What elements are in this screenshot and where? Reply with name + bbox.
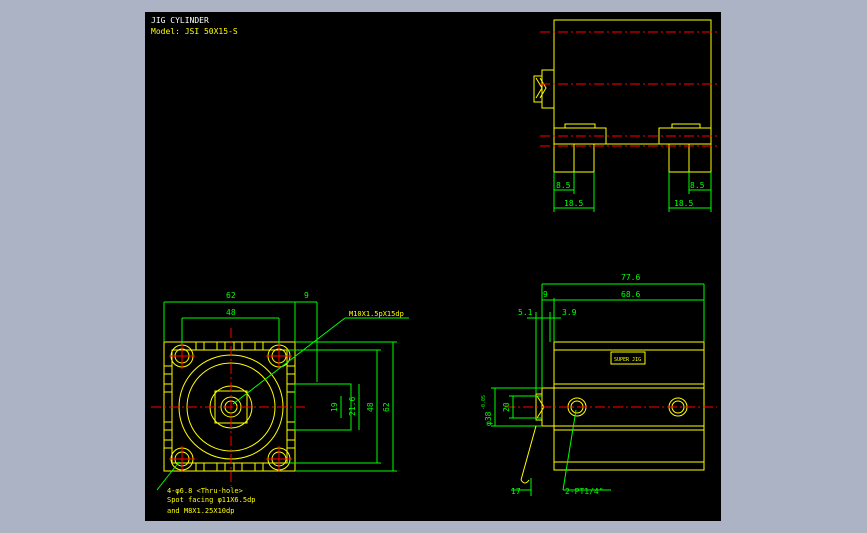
- dim-3-9: 3.9: [562, 308, 577, 317]
- dim-21-6: 21.6: [348, 397, 357, 416]
- drawing-canvas: JIG CYLINDER Model: JSI 50X15-S 8.5 18.5…: [151, 16, 717, 515]
- dim-5-1: 5.1: [518, 308, 533, 317]
- callout-thread: M10X1.5pX15dp: [349, 310, 404, 318]
- dim-9-side: 9: [543, 290, 548, 299]
- top-view: 8.5 18.5 8.5 18.5: [533, 19, 717, 212]
- dim-9-top: 9: [304, 291, 309, 300]
- dim-62-right: 62: [382, 402, 391, 412]
- note-line-1: 4-φ6.8 <Thru-hole>: [167, 487, 243, 495]
- dim-17: 17: [511, 487, 521, 496]
- dim-phi38-tol: -0.05: [481, 395, 487, 410]
- side-view: SUPER JIG 77.6 9 68.6 5.1 3.9 φ38 -0.05 …: [481, 273, 717, 496]
- drawing-model: Model: JSI 50X15-S: [151, 27, 238, 36]
- note-line-2: Spot facing φ11X6.5dp: [167, 496, 256, 504]
- dim-77-6: 77.6: [621, 273, 640, 282]
- front-view: 62 9 48 M10X1.5pX15dp 19 21.6 48 62 4-φ6…: [151, 291, 409, 515]
- dim-62-top: 62: [226, 291, 236, 300]
- dim-48-top: 48: [226, 308, 236, 317]
- drawing-title: JIG CYLINDER: [151, 16, 209, 25]
- dim-18-5-left: 18.5: [564, 199, 583, 208]
- dim-phi38: φ38: [484, 411, 493, 426]
- note-line-3: and M8X1.25X10dp: [167, 507, 234, 515]
- dim-48-right: 48: [366, 402, 375, 412]
- dim-20: 20: [502, 402, 511, 412]
- dim-18-5-right: 18.5: [674, 199, 693, 208]
- dim-68-6: 68.6: [621, 290, 640, 299]
- dim-19: 19: [330, 402, 339, 412]
- label-plate: SUPER JIG: [614, 357, 641, 363]
- dim-8-5-left: 8.5: [556, 181, 571, 190]
- port-callout: 2-PT1/4": [565, 487, 604, 496]
- dim-8-5-right: 8.5: [690, 181, 705, 190]
- cad-viewport[interactable]: JIG CYLINDER Model: JSI 50X15-S 8.5 18.5…: [145, 12, 721, 521]
